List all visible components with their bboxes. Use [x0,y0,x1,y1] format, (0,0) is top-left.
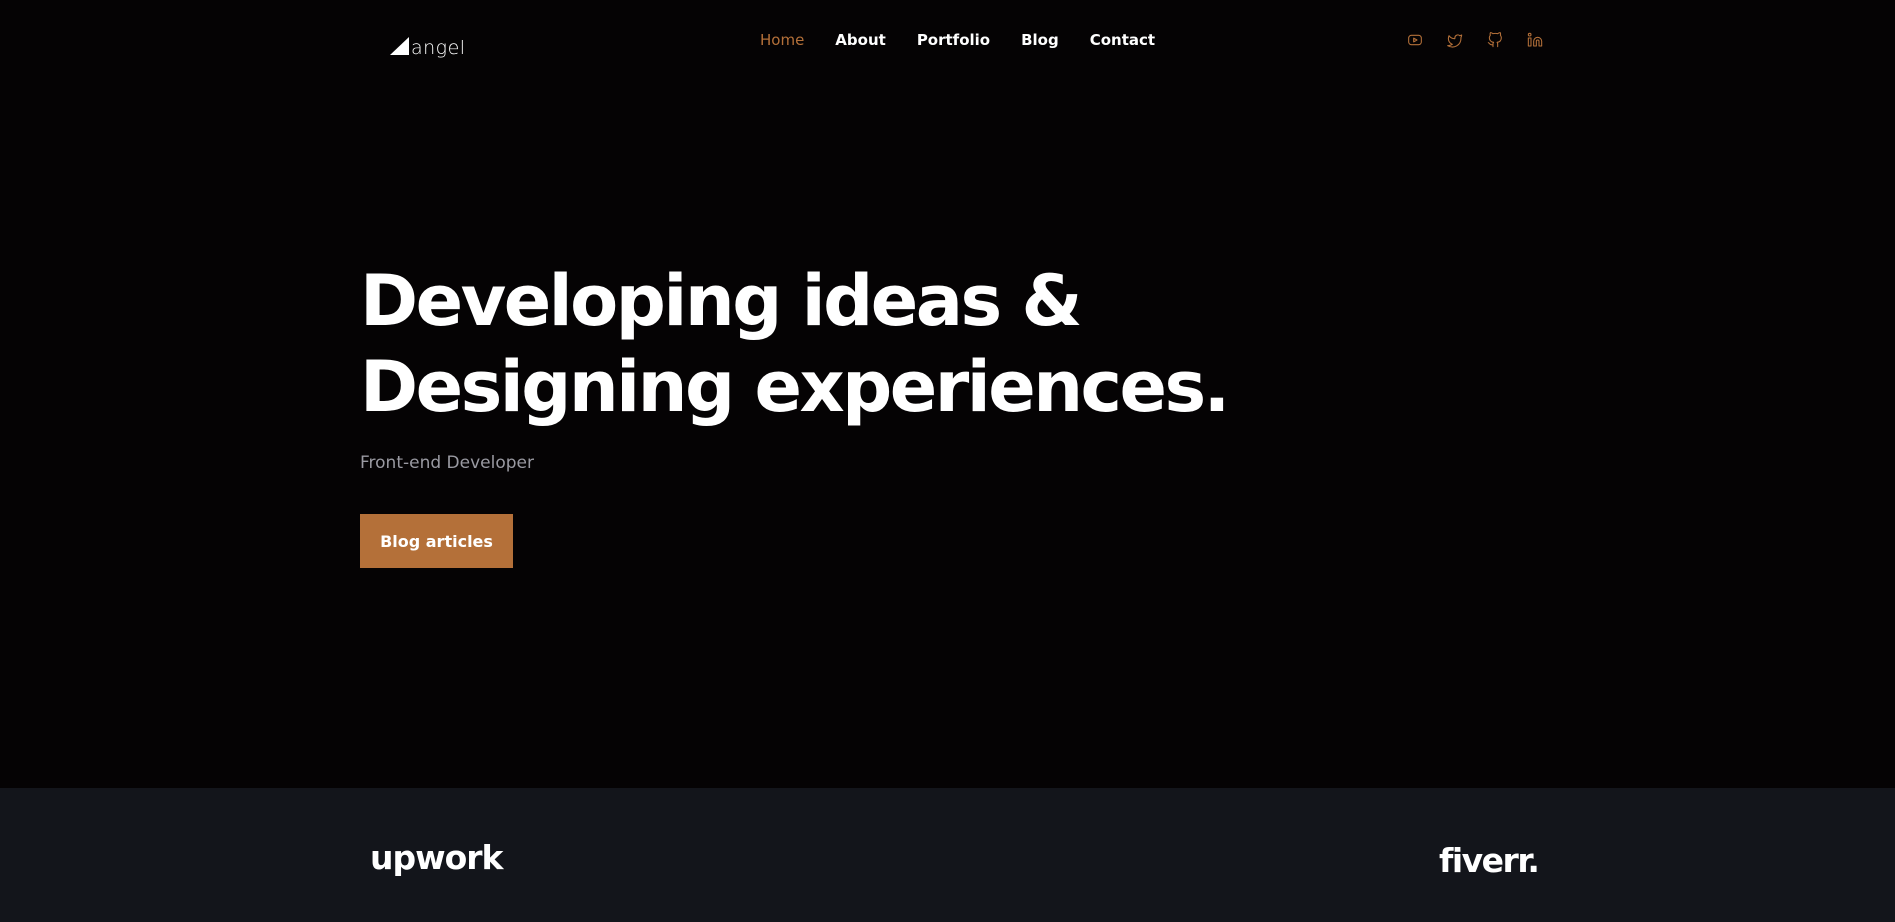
hero-title: Developing ideas & Designing experiences… [360,258,1260,430]
nav-item-contact[interactable]: Contact [1090,30,1155,50]
hero-subtitle: Front-end Developer [360,453,534,473]
site-header: angel Home About Portfolio Blog Contact [0,0,1895,80]
blog-articles-button[interactable]: Blog articles [360,514,513,568]
linkedin-icon[interactable] [1525,30,1545,50]
youtube-icon[interactable] [1405,30,1425,50]
logo-triangle-icon [390,37,409,55]
hero-section: Developing ideas & Designing experiences… [360,258,1260,568]
nav-item-about[interactable]: About [835,30,886,50]
nav-item-blog[interactable]: Blog [1021,30,1059,50]
main-nav: Home About Portfolio Blog Contact [760,30,1155,50]
hero-title-line-1: Developing ideas & [360,260,1083,342]
fiverr-logo[interactable]: fiverr. [1439,844,1540,877]
logo-text: angel [411,37,466,59]
partners-bar: upwork fiverr. [0,788,1895,922]
hero-title-line-2: Designing experiences. [360,346,1230,428]
nav-item-home[interactable]: Home [760,30,804,50]
upwork-logo[interactable]: upwork [370,841,503,874]
site-logo[interactable]: angel [390,34,466,58]
twitter-icon[interactable] [1445,30,1465,50]
github-icon[interactable] [1485,30,1505,50]
social-links [1405,30,1545,50]
nav-item-portfolio[interactable]: Portfolio [917,30,990,50]
